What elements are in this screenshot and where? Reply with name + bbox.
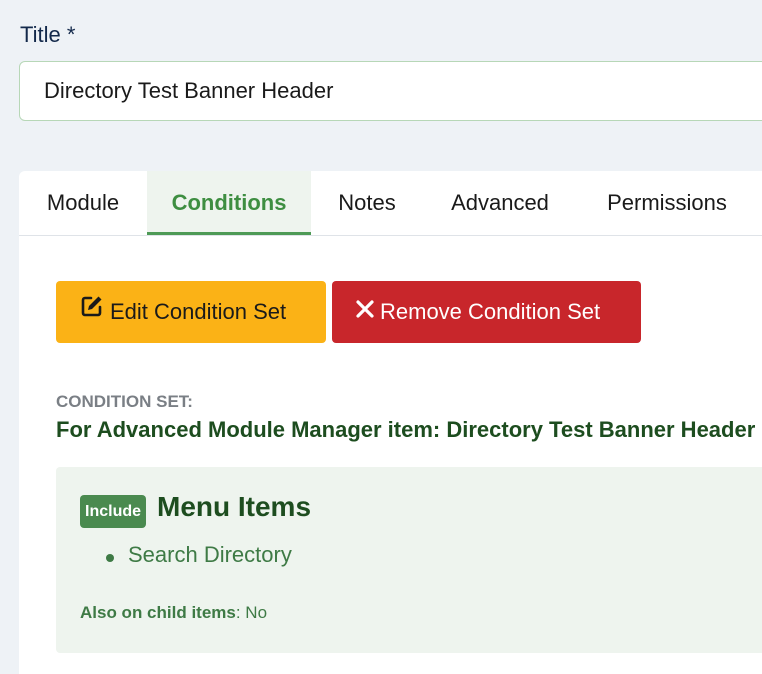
remove-condition-set-button[interactable]: Remove Condition Set: [332, 281, 641, 343]
close-icon: [356, 280, 374, 342]
edit-condition-set-label: Edit Condition Set: [110, 299, 287, 324]
condition-item: Search Directory: [106, 542, 292, 568]
include-badge: Include: [80, 495, 147, 528]
condition-item-list: Search Directory: [106, 542, 292, 568]
tab-notes[interactable]: Notes: [311, 171, 423, 235]
condition-group-title: Menu Items: [157, 491, 312, 522]
tab-module[interactable]: Module: [19, 171, 147, 235]
child-items-setting: Also on child items: No: [80, 603, 267, 623]
tab-conditions[interactable]: Conditions: [147, 171, 311, 235]
tab-permissions[interactable]: Permissions: [577, 171, 757, 235]
tabs-card: Module Conditions Notes Advanced Permiss…: [19, 171, 762, 674]
title-input[interactable]: Directory Test Banner Header: [19, 61, 762, 121]
edit-icon: [80, 280, 104, 342]
tab-bar: Module Conditions Notes Advanced Permiss…: [19, 171, 762, 236]
title-label: Title *: [20, 22, 76, 47]
tab-advanced[interactable]: Advanced: [423, 171, 577, 235]
condition-set-name: For Advanced Module Manager item: Direct…: [56, 417, 756, 442]
condition-set-label: CONDITION SET:: [56, 392, 193, 411]
child-items-label: Also on child items: [80, 603, 236, 622]
child-items-value: : No: [235, 603, 268, 622]
edit-condition-set-button[interactable]: Edit Condition Set: [56, 281, 326, 343]
condition-group: Include Menu Items Search Directory Also…: [56, 467, 762, 653]
module-edit-page: Title * Directory Test Banner Header Mod…: [0, 0, 762, 674]
remove-condition-set-label: Remove Condition Set: [380, 299, 601, 324]
